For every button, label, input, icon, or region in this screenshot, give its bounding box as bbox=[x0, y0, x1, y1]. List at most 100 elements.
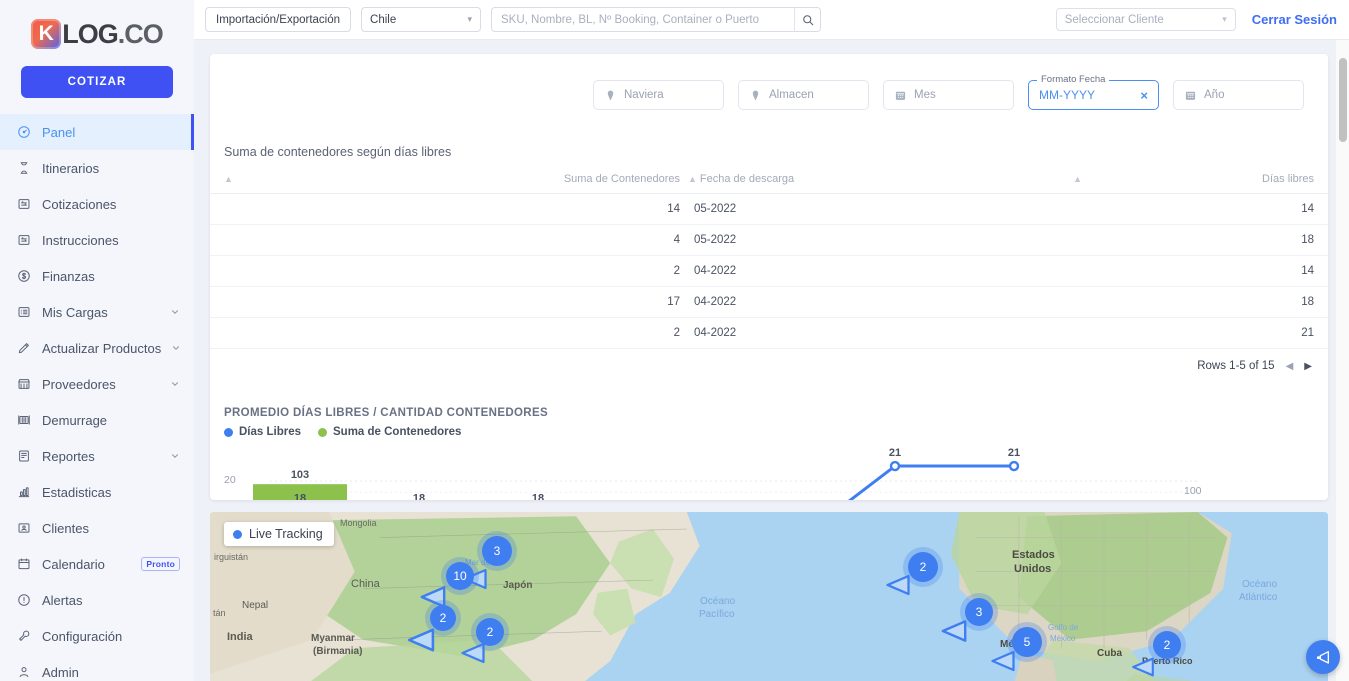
sidebar-item-calendario[interactable]: Calendario Pronto bbox=[0, 546, 194, 582]
tag-icon bbox=[604, 89, 617, 102]
container-icon bbox=[16, 412, 32, 428]
sidebar-item-cotizaciones[interactable]: Cotizaciones bbox=[0, 186, 194, 222]
sidebar-item-reportes[interactable]: Reportes bbox=[0, 438, 194, 474]
map-cluster-marker[interactable]: 5 bbox=[1012, 627, 1042, 657]
filter-a-o[interactable]: Año bbox=[1173, 80, 1304, 110]
row-blank-cell bbox=[210, 255, 250, 287]
map-vessel-marker[interactable] bbox=[883, 570, 913, 600]
chevron-down-icon[interactable] bbox=[170, 307, 180, 317]
sidebar-item-label: Demurrage bbox=[42, 412, 108, 428]
store-icon bbox=[16, 376, 32, 392]
sidebar-item-alertas[interactable]: Alertas bbox=[0, 582, 194, 618]
cotizar-button[interactable]: COTIZAR bbox=[21, 66, 173, 98]
search-input[interactable] bbox=[492, 8, 795, 31]
col-header-blank[interactable]: ▲ bbox=[210, 168, 250, 194]
sidebar-item-clientes[interactable]: Clientes bbox=[0, 510, 194, 546]
scrollbar-thumb[interactable] bbox=[1339, 58, 1347, 142]
table-row[interactable]: 4 05-2022 18 bbox=[210, 224, 1328, 256]
map-cluster-marker[interactable]: 2 bbox=[476, 618, 504, 646]
chevron-down-icon[interactable] bbox=[171, 343, 181, 353]
col-header-suma[interactable]: Suma de Contenedores bbox=[250, 168, 680, 194]
sidebar-item-panel[interactable]: Panel bbox=[0, 114, 194, 150]
cell-suma-contenedores: 17 bbox=[250, 286, 680, 318]
search-button[interactable] bbox=[794, 8, 821, 31]
map-cluster-marker[interactable]: 2 bbox=[430, 605, 456, 631]
map-vessel-marker[interactable] bbox=[1129, 653, 1157, 681]
clear-filter-icon[interactable]: × bbox=[1140, 89, 1148, 102]
calendar-icon bbox=[894, 89, 907, 102]
pager-next-button[interactable]: ▶ bbox=[1304, 361, 1312, 372]
exchange-icon bbox=[16, 196, 32, 212]
sidebar-item-badge: Pronto bbox=[141, 557, 180, 571]
table-title: Suma de contenedores según días libres bbox=[224, 145, 452, 159]
clients-icon bbox=[16, 520, 32, 536]
sidebar-item-label: Proveedores bbox=[42, 376, 116, 392]
chart-point-label: 18 bbox=[413, 492, 425, 500]
sidebar-item-demurrage[interactable]: Demurrage bbox=[0, 402, 194, 438]
cell-fecha-descarga: 04-2022 bbox=[680, 317, 881, 349]
map-place-label: Pacífico bbox=[699, 609, 735, 620]
sidebar-item-proveedores[interactable]: Proveedores bbox=[0, 366, 194, 402]
sidebar-item-configuraci-n[interactable]: Configuración bbox=[0, 618, 194, 654]
filter-label: Mes bbox=[914, 89, 936, 101]
filter-naviera[interactable]: Naviera bbox=[593, 80, 724, 110]
sidebar-item-label: Alertas bbox=[42, 592, 83, 608]
col-header-fecha[interactable]: ▲ Fecha de descarga bbox=[680, 168, 881, 194]
filter-label: Año bbox=[1204, 89, 1225, 101]
filter-label: Almacen bbox=[769, 89, 814, 101]
cell-suma-contenedores: 2 bbox=[250, 317, 680, 349]
chart-point[interactable] bbox=[1008, 460, 1020, 472]
sidebar-item-actualizar-productos[interactable]: Actualizar Productos bbox=[0, 330, 194, 366]
pencil-icon bbox=[16, 340, 32, 356]
country-select[interactable]: Chile ▾ bbox=[361, 7, 482, 32]
sidebar-item-finanzas[interactable]: Finanzas bbox=[0, 258, 194, 294]
chart-point[interactable] bbox=[889, 460, 901, 472]
filter-formato-fecha[interactable]: Formato Fecha MM-YYYY × bbox=[1028, 74, 1159, 110]
chat-widget-button[interactable] bbox=[1306, 640, 1340, 674]
sidebar-item-instrucciones[interactable]: Instrucciones bbox=[0, 222, 194, 258]
topbar-right: Seleccionar Cliente ▾ Cerrar Sesión bbox=[1055, 8, 1337, 31]
col-header-dias[interactable]: ▲ Días libres bbox=[880, 168, 1328, 194]
table-row[interactable]: 2 04-2022 21 bbox=[210, 317, 1328, 349]
pager-prev-button[interactable]: ◀ bbox=[1286, 361, 1294, 372]
sidebar-item-admin[interactable]: Admin bbox=[0, 654, 194, 681]
sidebar-item-label: Mis Cargas bbox=[42, 304, 108, 320]
map-cluster-marker[interactable]: 10 bbox=[446, 562, 474, 590]
import-export-button[interactable]: Importación/Exportación bbox=[205, 7, 352, 32]
logout-link[interactable]: Cerrar Sesión bbox=[1252, 12, 1337, 27]
live-tracking-map[interactable]: Live Tracking China Nepal India Myanmar (Bir… bbox=[210, 512, 1328, 681]
vertical-scrollbar[interactable] bbox=[1335, 40, 1349, 681]
legend-item-suma-de-contenedores[interactable]: Suma de Contenedores bbox=[318, 426, 461, 438]
sidebar-item-label: Panel bbox=[42, 124, 76, 140]
map-vessel-marker[interactable] bbox=[938, 615, 970, 647]
brand-logo[interactable]: K LOG.CO bbox=[0, 0, 194, 62]
table-row[interactable]: 2 04-2022 14 bbox=[210, 255, 1328, 287]
chevron-down-icon[interactable] bbox=[170, 451, 180, 461]
map-vessel-marker[interactable] bbox=[988, 646, 1018, 676]
table-row[interactable]: 14 05-2022 14 bbox=[210, 193, 1328, 225]
search-box[interactable] bbox=[491, 7, 822, 32]
table-row[interactable]: 17 04-2022 18 bbox=[210, 286, 1328, 318]
filter-mes[interactable]: Mes bbox=[883, 80, 1014, 110]
map-place-label: Mongolia bbox=[340, 518, 377, 528]
client-select[interactable]: Seleccionar Cliente ▾ bbox=[1055, 8, 1236, 31]
sidebar-item-itinerarios[interactable]: Itinerarios bbox=[0, 150, 194, 186]
legend-item-d-as-libres[interactable]: Días Libres bbox=[224, 426, 301, 438]
chevron-down-icon[interactable] bbox=[170, 379, 180, 389]
map-cluster-marker[interactable]: 3 bbox=[965, 598, 993, 626]
chart-title: PROMEDIO DÍAS LIBRES / CANTIDAD CONTENED… bbox=[224, 407, 549, 419]
map-cluster-marker[interactable]: 2 bbox=[1153, 631, 1181, 659]
filter-almacen[interactable]: Almacen bbox=[738, 80, 869, 110]
sidebar-item-label: Clientes bbox=[42, 520, 89, 536]
map-place-label: Océano bbox=[700, 596, 736, 607]
hourglass-icon bbox=[16, 160, 32, 176]
map-place-label: tán bbox=[213, 608, 226, 618]
cell-fecha-descarga: 05-2022 bbox=[680, 224, 881, 256]
map-vessel-marker[interactable] bbox=[404, 623, 438, 657]
sidebar-item-mis-cargas[interactable]: Mis Cargas bbox=[0, 294, 194, 330]
sidebar-item-estadisticas[interactable]: Estadisticas bbox=[0, 474, 194, 510]
cell-dias-libres: 14 bbox=[880, 193, 1328, 225]
map-cluster-marker[interactable]: 3 bbox=[482, 536, 512, 566]
map-place-label: China bbox=[351, 578, 380, 590]
map-cluster-marker[interactable]: 2 bbox=[908, 552, 938, 582]
